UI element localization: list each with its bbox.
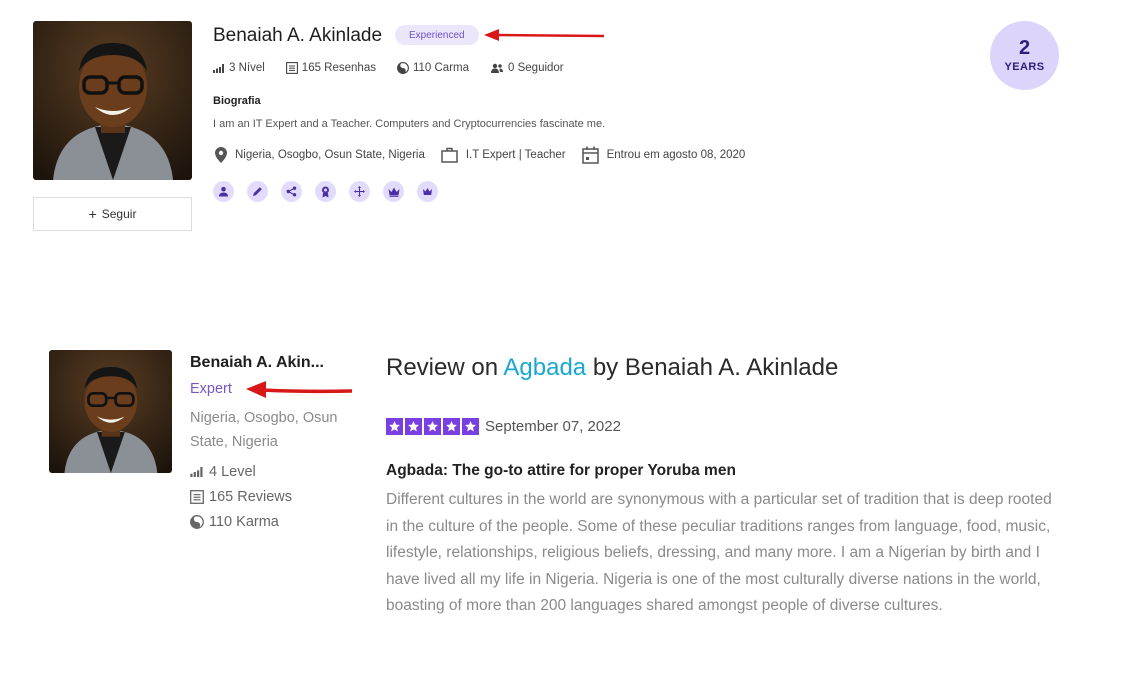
follow-label: Seguir	[101, 207, 137, 221]
reviewer-reviews-value: 165 Reviews	[209, 488, 293, 505]
years-number: 2	[1018, 37, 1031, 59]
location-meta: Nigeria, Osogbo, Osun State, Nigeria	[215, 147, 425, 163]
follow-button[interactable]: + Seguir	[33, 197, 192, 231]
reviewer-reviews: 165 Reviews	[190, 484, 292, 509]
users-icon	[491, 63, 504, 73]
star-icon	[462, 418, 479, 435]
karma-value: 110 Carma	[412, 62, 470, 74]
review-title-suffix: by Benaiah A. Akinlade	[592, 354, 839, 381]
move-icon[interactable]	[349, 181, 370, 202]
followers-stat: 0 Seguidor	[490, 62, 564, 74]
occupation-text: I.T Expert | Teacher	[465, 149, 566, 161]
signal-icon	[190, 466, 203, 477]
star-icon	[405, 418, 422, 435]
crown-icon[interactable]	[383, 181, 404, 202]
followers-value: 0 Seguidor	[508, 62, 564, 74]
reviewer-karma-value: 110 Karma	[209, 513, 279, 530]
review-headline: Agbada: The go-to attire for proper Yoru…	[386, 462, 736, 479]
star-icon	[386, 418, 403, 435]
achievement-badges	[213, 181, 438, 202]
star-icon	[443, 418, 460, 435]
signal-icon	[213, 63, 224, 73]
reviewer-avatar	[49, 350, 172, 473]
crown-badge-icon[interactable]	[417, 181, 438, 202]
profile-avatar	[33, 21, 192, 180]
joined-text: Entrou em agosto 08, 2020	[606, 149, 746, 161]
red-arrow-annotation	[484, 29, 605, 41]
share-icon[interactable]	[281, 181, 302, 202]
reviewer-rank: Expert	[190, 381, 232, 397]
briefcase-icon	[441, 147, 458, 163]
bio-heading: Biografia	[213, 95, 261, 107]
person-icon[interactable]	[213, 181, 234, 202]
years-badge: 2 YEARS	[990, 21, 1059, 90]
plus-icon: +	[88, 206, 97, 222]
yin-yang-icon	[190, 514, 204, 529]
pencil-icon[interactable]	[247, 181, 268, 202]
yin-yang-icon	[397, 62, 409, 74]
experience-badge: Experienced	[395, 25, 479, 45]
map-pin-icon	[215, 147, 227, 163]
reviews-stat: 165 Resenhas	[285, 62, 376, 74]
bio-text: I am an IT Expert and a Teacher. Compute…	[213, 118, 606, 130]
profile-stats: 3 Nível 165 Resenhas 110 Carma 0 Seguido…	[213, 62, 564, 74]
reviewer-karma: 110 Karma	[190, 509, 292, 534]
reviewer-level: 4 Level	[190, 459, 292, 484]
profile-meta: Nigeria, Osogbo, Osun State, Nigeria I.T…	[215, 146, 761, 164]
review-rating: September 07, 2022	[386, 418, 621, 435]
joined-meta: Entrou em agosto 08, 2020	[581, 146, 746, 164]
occupation-meta: I.T Expert | Teacher	[441, 147, 566, 163]
karma-stat: 110 Carma	[397, 62, 469, 74]
red-arrow-annotation-2	[246, 381, 353, 398]
location-text: Nigeria, Osogbo, Osun State, Nigeria	[235, 149, 425, 161]
document-icon	[285, 62, 298, 74]
reviews-value: 165 Resenhas	[301, 62, 376, 74]
award-icon[interactable]	[315, 181, 336, 202]
years-label: YEARS	[1004, 61, 1045, 73]
document-icon	[190, 489, 204, 504]
reviewer-level-value: 4 Level	[209, 463, 256, 480]
star-icon	[424, 418, 441, 435]
calendar-icon	[581, 146, 599, 164]
review-date: September 07, 2022	[485, 418, 621, 435]
reviewer-name[interactable]: Benaiah A. Akin...	[190, 354, 324, 372]
level-value: 3 Nível	[229, 62, 265, 74]
profile-name: Benaiah A. Akinlade	[213, 25, 383, 46]
reviewer-stats: 4 Level 165 Reviews 110 Karma	[190, 459, 292, 534]
product-link[interactable]: Agbada	[503, 354, 586, 381]
level-stat: 3 Nível	[213, 62, 265, 74]
review-body: Different cultures in the world are syno…	[386, 491, 1052, 615]
review-title: Review on Agbada by Benaiah A. Akinlade	[386, 354, 838, 382]
reviewer-location: Nigeria, Osogbo, Osun State, Nigeria	[190, 410, 338, 450]
review-title-prefix: Review on	[386, 354, 499, 381]
